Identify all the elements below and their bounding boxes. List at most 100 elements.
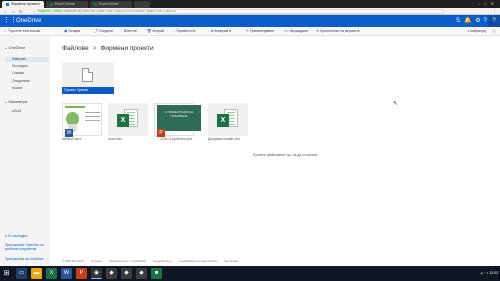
terms-link[interactable]: Условия <box>91 259 102 263</box>
text-line <box>85 116 100 117</box>
back-arrow-icon[interactable]: ← <box>3 9 8 14</box>
browser-tab[interactable]: Excel Online <box>46 1 88 8</box>
excel-taskbar-icon[interactable]: X <box>46 268 57 279</box>
search-placeholder: Търсене във всички <box>7 29 41 33</box>
file-name[interactable]: Шаблон.docx <box>62 137 81 141</box>
app-taskbar-icon[interactable]: ◆ <box>136 268 147 279</box>
move-to-button[interactable]: →Премести в <box>172 28 195 35</box>
file-tile[interactable]: X <box>108 103 148 136</box>
browser-menu-icon[interactable]: ⋮ <box>492 9 497 14</box>
app-taskbar-icon[interactable]: ◆ <box>106 268 117 279</box>
slide-text: С ПРЕЗЕНТАЦИЯ НА ПОКАЗВАНЕ <box>164 110 194 118</box>
download-button[interactable]: ↓Изтегли <box>121 28 137 35</box>
nav-item-files[interactable]: Файлове <box>5 57 49 62</box>
breadcrumb-separator-icon: > <box>92 45 97 52</box>
copy-icon: ⧉ <box>211 29 214 33</box>
embed-icon: </> <box>284 29 290 33</box>
embed-button[interactable]: </>Вграждане <box>284 28 308 35</box>
secure-label: Защитено | https:// <box>37 9 64 13</box>
drop-zone-message: Пуснете файловете тук, за да ги качите <box>252 153 318 157</box>
folder-tile[interactable]: Проект Ураган <box>62 62 114 94</box>
skype-icon[interactable]: S <box>454 17 462 25</box>
folder-name: Проект Ураган <box>62 87 114 94</box>
details-pane-icon[interactable]: ⓘ <box>492 28 496 35</box>
nav-item-shared[interactable]: Споделени <box>10 79 48 84</box>
section-label: OneDrive <box>8 45 26 50</box>
nav-section-onedrive[interactable]: ⌄ OneDrive <box>4 45 25 50</box>
breadcrumb-root[interactable]: Файлове <box>62 45 89 52</box>
section-label: Компютри <box>8 99 28 104</box>
powerpoint-taskbar-icon[interactable]: P <box>76 268 87 279</box>
window-controls[interactable]: –□✕ <box>478 1 498 6</box>
clock: 12:03 <box>489 271 498 275</box>
browser-tab[interactable]: Excel Online <box>90 1 132 8</box>
storage-status[interactable]: 6 ГБ свободни <box>5 234 49 238</box>
file-name[interactable]: Диаграма онлайн.xlsx <box>208 137 240 141</box>
report-abuse-link[interactable]: Съобщаване за злоупотреба <box>179 259 217 263</box>
mouse-cursor-icon: ↖ <box>393 101 399 107</box>
avatar[interactable]: ? <box>488 15 500 27</box>
command-label: Копирай в <box>214 29 232 33</box>
language-link[interactable]: Български <box>225 259 238 263</box>
mobile-app-link[interactable]: Приложение OneDrive за мобилни устройств… <box>5 243 49 251</box>
selected-count[interactable]: 1 избран(а) <box>467 28 486 35</box>
network-icon: ▴ ◔ ♪ <box>480 271 490 275</box>
file-name[interactable]: 2018-11-pptNotes.pptx <box>160 137 192 141</box>
privacy-link[interactable]: Поверителност и бисквитки <box>110 259 146 263</box>
app-name[interactable]: OneDrive <box>16 17 41 25</box>
system-tray[interactable]: ▴ ◔ ♪ 12:03 <box>481 269 498 278</box>
app-taskbar-icon[interactable]: ◆ <box>121 268 132 279</box>
chrome-taskbar-icon[interactable]: ◉ <box>91 268 102 279</box>
onedrive-header: ⋮⋮ OneDrive S 🔔 ⚙ ? ? <box>0 15 500 27</box>
task-view-icon[interactable]: ▭ <box>16 268 27 279</box>
file-name[interactable]: отчет.xlsx <box>108 137 122 141</box>
powerpoint-icon: P <box>157 129 165 137</box>
app-launcher-icon[interactable]: ⋮⋮ <box>3 17 17 25</box>
command-label: Изтегли <box>123 29 137 33</box>
share-button[interactable]: ⤴Сподели <box>94 28 113 35</box>
command-bar: ⌕ Търсене във всички ▣Отваря ⤴Сподели ↓Из… <box>0 27 500 36</box>
delete-button[interactable]: 🗑Изтрий <box>147 28 164 35</box>
developers-link[interactable]: Разработчици <box>153 259 171 263</box>
reload-icon[interactable]: ↻ <box>19 9 23 14</box>
copy-to-button[interactable]: ⧉Копирай в <box>211 28 231 35</box>
breadcrumb-current: Фирмени проекти <box>100 45 154 52</box>
url-input[interactable]: Защитено | https://onedrive.live.com/?id… <box>34 9 444 14</box>
file-tile[interactable]: X <box>208 103 248 136</box>
search-input[interactable]: ⌕ Търсене във всички <box>2 28 57 35</box>
nav-item-recycle-bin[interactable]: Кошче <box>10 86 48 91</box>
command-label: Изтрий <box>152 29 165 33</box>
share-icon: ⤴ <box>94 29 98 33</box>
text-line <box>85 112 100 113</box>
nav-section-computers[interactable]: ⌄ Компютри <box>4 99 27 104</box>
word-taskbar-icon[interactable]: W <box>61 268 72 279</box>
footer: © 2018 Microsoft Условия Поверителност и… <box>62 259 492 264</box>
onedrive-apps-link[interactable]: Приложения за OneDrive <box>5 257 49 261</box>
word-icon: W <box>65 129 73 137</box>
excel-icon: X <box>217 114 229 127</box>
address-bar-row: ← → ↻ Защитено | https://onedrive.live.c… <box>0 8 500 15</box>
move-icon: → <box>172 29 176 33</box>
nav-item-recent[interactable]: Последни <box>10 64 48 69</box>
command-label: Премести в <box>176 29 196 33</box>
open-button[interactable]: ▣Отваря <box>64 28 80 35</box>
notifications-icon[interactable]: 🔔 <box>464 17 472 25</box>
command-label: Преименуване <box>249 29 274 33</box>
file-tile[interactable]: W <box>62 103 102 137</box>
nav-item-computer[interactable]: ASUS <box>10 109 48 114</box>
tab-label: Excel Online <box>99 2 119 6</box>
left-nav: ⌄ OneDrive Файлове Последни Снимки Споде… <box>0 36 50 265</box>
settings-gear-icon[interactable]: ⚙ <box>474 17 482 25</box>
version-history-button[interactable]: ⟲Хронология на версиите <box>316 28 360 35</box>
tab-label: Фирмени проекти <box>11 2 40 6</box>
app-taskbar-icon[interactable]: ■ <box>151 268 162 279</box>
file-tile[interactable]: С ПРЕЗЕНТАЦИЯ НА ПОКАЗВАНЕ P <box>154 103 201 137</box>
new-tab-button[interactable] <box>134 1 150 8</box>
rename-button[interactable]: ✎Преименуване <box>246 28 274 35</box>
file-explorer-icon[interactable]: ▬ <box>31 268 42 279</box>
nav-item-photos[interactable]: Снимки <box>10 71 48 76</box>
browser-tab-active[interactable]: Фирмени проекти <box>2 1 44 8</box>
windows-start-icon[interactable]: ⊞ <box>2 269 11 278</box>
history-icon: ⟲ <box>316 29 319 33</box>
forward-arrow-icon[interactable]: → <box>11 9 16 14</box>
